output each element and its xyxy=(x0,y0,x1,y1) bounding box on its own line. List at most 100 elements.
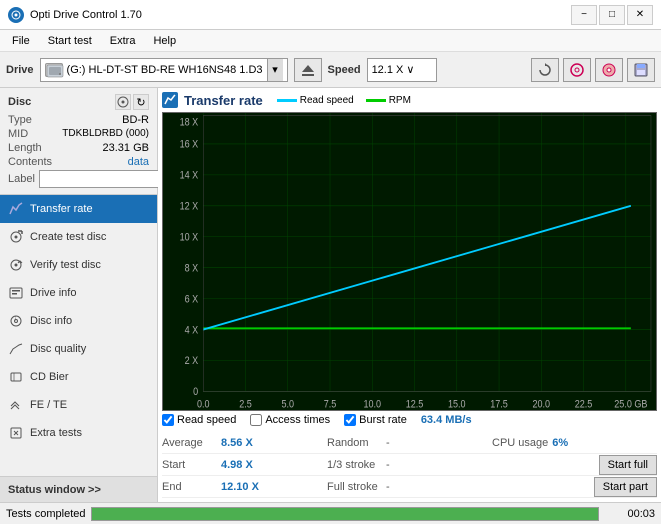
panel-title-bar: Transfer rate Read speed RPM xyxy=(162,92,657,108)
start-value: 4.98 X xyxy=(221,459,253,471)
length-label: Length xyxy=(8,142,42,154)
stat-stroke-1-3: 1/3 stroke - xyxy=(327,459,492,471)
stroke-1-3-value: - xyxy=(386,459,390,471)
svg-text:15.0: 15.0 xyxy=(448,399,466,410)
drive-dropdown-button[interactable]: ▾ xyxy=(267,59,283,81)
nav-fe-te[interactable]: FE / TE xyxy=(0,391,157,419)
burst-rate-checkbox-label[interactable]: Burst rate xyxy=(344,414,407,426)
end-value: 12.10 X xyxy=(221,481,259,493)
titlebar-left: Opti Drive Control 1.70 xyxy=(8,7,142,23)
eject-button[interactable] xyxy=(294,58,322,82)
maximize-button[interactable]: □ xyxy=(599,5,625,25)
end-label: End xyxy=(162,481,217,493)
type-row: Type BD-R xyxy=(8,114,149,126)
svg-text:16 X: 16 X xyxy=(180,139,199,151)
refresh-button[interactable] xyxy=(531,58,559,82)
status-time: 00:03 xyxy=(605,508,655,520)
status-window-button[interactable]: Status window >> xyxy=(0,476,157,502)
svg-text:2 X: 2 X xyxy=(185,355,199,367)
svg-text:25.0 GB: 25.0 GB xyxy=(614,399,647,410)
stats-rows: Average 8.56 X Random - CPU usage 6% xyxy=(162,432,657,498)
speed-label: Speed xyxy=(328,64,361,76)
stat-cpu: CPU usage 6% xyxy=(492,437,657,449)
save-button[interactable] xyxy=(627,58,655,82)
stat-average: Average 8.56 X xyxy=(162,437,327,449)
disc-button[interactable] xyxy=(563,58,591,82)
minimize-button[interactable]: − xyxy=(571,5,597,25)
drive-icon xyxy=(45,63,63,77)
disc-info-panel: Disc ↻ Type BD-R MID TDKBLDRBD (000) Len… xyxy=(0,88,157,195)
average-label: Average xyxy=(162,437,217,449)
close-button[interactable]: ✕ xyxy=(627,5,653,25)
type-value: BD-R xyxy=(122,114,149,126)
stat-random: Random - xyxy=(327,437,492,449)
access-times-checkbox[interactable] xyxy=(250,414,262,426)
chart-legend: Read speed RPM xyxy=(277,95,411,106)
burst-rate-checkbox[interactable] xyxy=(344,414,356,426)
nav-extra-tests[interactable]: Extra tests xyxy=(0,419,157,447)
nav-create-test-disc[interactable]: Create test disc xyxy=(0,223,157,251)
stats-row-2: Start 4.98 X 1/3 stroke - Start full xyxy=(162,454,657,476)
average-value: 8.56 X xyxy=(221,437,253,449)
type-label: Type xyxy=(8,114,32,126)
svg-text:14 X: 14 X xyxy=(180,170,199,182)
drive-info-icon xyxy=(8,285,24,301)
write-button[interactable] xyxy=(595,58,623,82)
legend-rpm: RPM xyxy=(366,95,411,106)
read-speed-checkbox-text: Read speed xyxy=(177,414,236,426)
nav-verify-test-disc[interactable]: Verify test disc xyxy=(0,251,157,279)
nav-disc-info[interactable]: i Disc info xyxy=(0,307,157,335)
verify-test-disc-icon xyxy=(8,257,24,273)
disc-quality-icon xyxy=(8,341,24,357)
create-test-disc-icon xyxy=(8,229,24,245)
label-label: Label xyxy=(8,173,35,185)
cd-bier-icon xyxy=(8,369,24,385)
speed-selector[interactable]: 12.1 X ∨ xyxy=(367,58,437,82)
disc-refresh-btn[interactable]: ↻ xyxy=(133,94,149,110)
stat-full-stroke: Full stroke - xyxy=(327,481,492,493)
read-speed-checkbox-label[interactable]: Read speed xyxy=(162,414,236,426)
menu-extra[interactable]: Extra xyxy=(102,30,144,51)
access-times-checkbox-label[interactable]: Access times xyxy=(250,414,330,426)
stats-row-3: End 12.10 X Full stroke - Start part xyxy=(162,476,657,498)
svg-text:7.5: 7.5 xyxy=(324,399,337,410)
nav-fe-te-label: FE / TE xyxy=(30,399,67,411)
nav-drive-info[interactable]: Drive info xyxy=(0,279,157,307)
legend-read-speed: Read speed xyxy=(277,95,354,106)
menu-start-test[interactable]: Start test xyxy=(40,30,100,51)
svg-text:12 X: 12 X xyxy=(180,201,199,213)
extra-tests-icon xyxy=(8,425,24,441)
nav-extra-tests-label: Extra tests xyxy=(30,427,82,439)
nav-cd-bier[interactable]: CD Bier xyxy=(0,363,157,391)
nav-transfer-rate-label: Transfer rate xyxy=(30,203,93,215)
svg-text:2.5: 2.5 xyxy=(239,399,252,410)
mid-value: TDKBLDRBD (000) xyxy=(62,128,149,140)
read-speed-checkbox[interactable] xyxy=(162,414,174,426)
full-stroke-label: Full stroke xyxy=(327,481,382,493)
statusbar: Tests completed 00:03 xyxy=(0,502,661,524)
disc-icon-btn[interactable] xyxy=(115,94,131,110)
start-full-button[interactable]: Start full xyxy=(599,455,657,475)
toolbar-buttons xyxy=(531,58,655,82)
toolbar: Drive (G:) HL-DT-ST BD-RE WH16NS48 1.D3 … xyxy=(0,52,661,88)
menu-help[interactable]: Help xyxy=(145,30,184,51)
contents-value: data xyxy=(128,156,149,168)
nav-disc-info-label: Disc info xyxy=(30,315,72,327)
drive-selector-text: (G:) HL-DT-ST BD-RE WH16NS48 1.D3 xyxy=(67,64,263,76)
menubar: File Start test Extra Help xyxy=(0,30,661,52)
chart-svg: 0 2 X 4 X 6 X 8 X 10 X 12 X 14 X 16 X 18… xyxy=(163,113,656,410)
disc-info-icon: i xyxy=(8,313,24,329)
label-row: Label xyxy=(8,170,149,188)
progress-bar-container xyxy=(91,507,599,521)
start-part-button[interactable]: Start part xyxy=(594,477,657,497)
fe-te-icon xyxy=(8,397,24,413)
menu-file[interactable]: File xyxy=(4,30,38,51)
nav-disc-quality[interactable]: Disc quality xyxy=(0,335,157,363)
drive-label: Drive xyxy=(6,64,34,76)
svg-text:4 X: 4 X xyxy=(185,324,199,336)
drive-selector[interactable]: (G:) HL-DT-ST BD-RE WH16NS48 1.D3 ▾ xyxy=(40,58,288,82)
progress-bar-fill xyxy=(92,508,598,520)
nav-transfer-rate[interactable]: Transfer rate xyxy=(0,195,157,223)
nav-items: Transfer rate Create test disc Verify te… xyxy=(0,195,157,476)
svg-text:18 X: 18 X xyxy=(180,117,199,129)
